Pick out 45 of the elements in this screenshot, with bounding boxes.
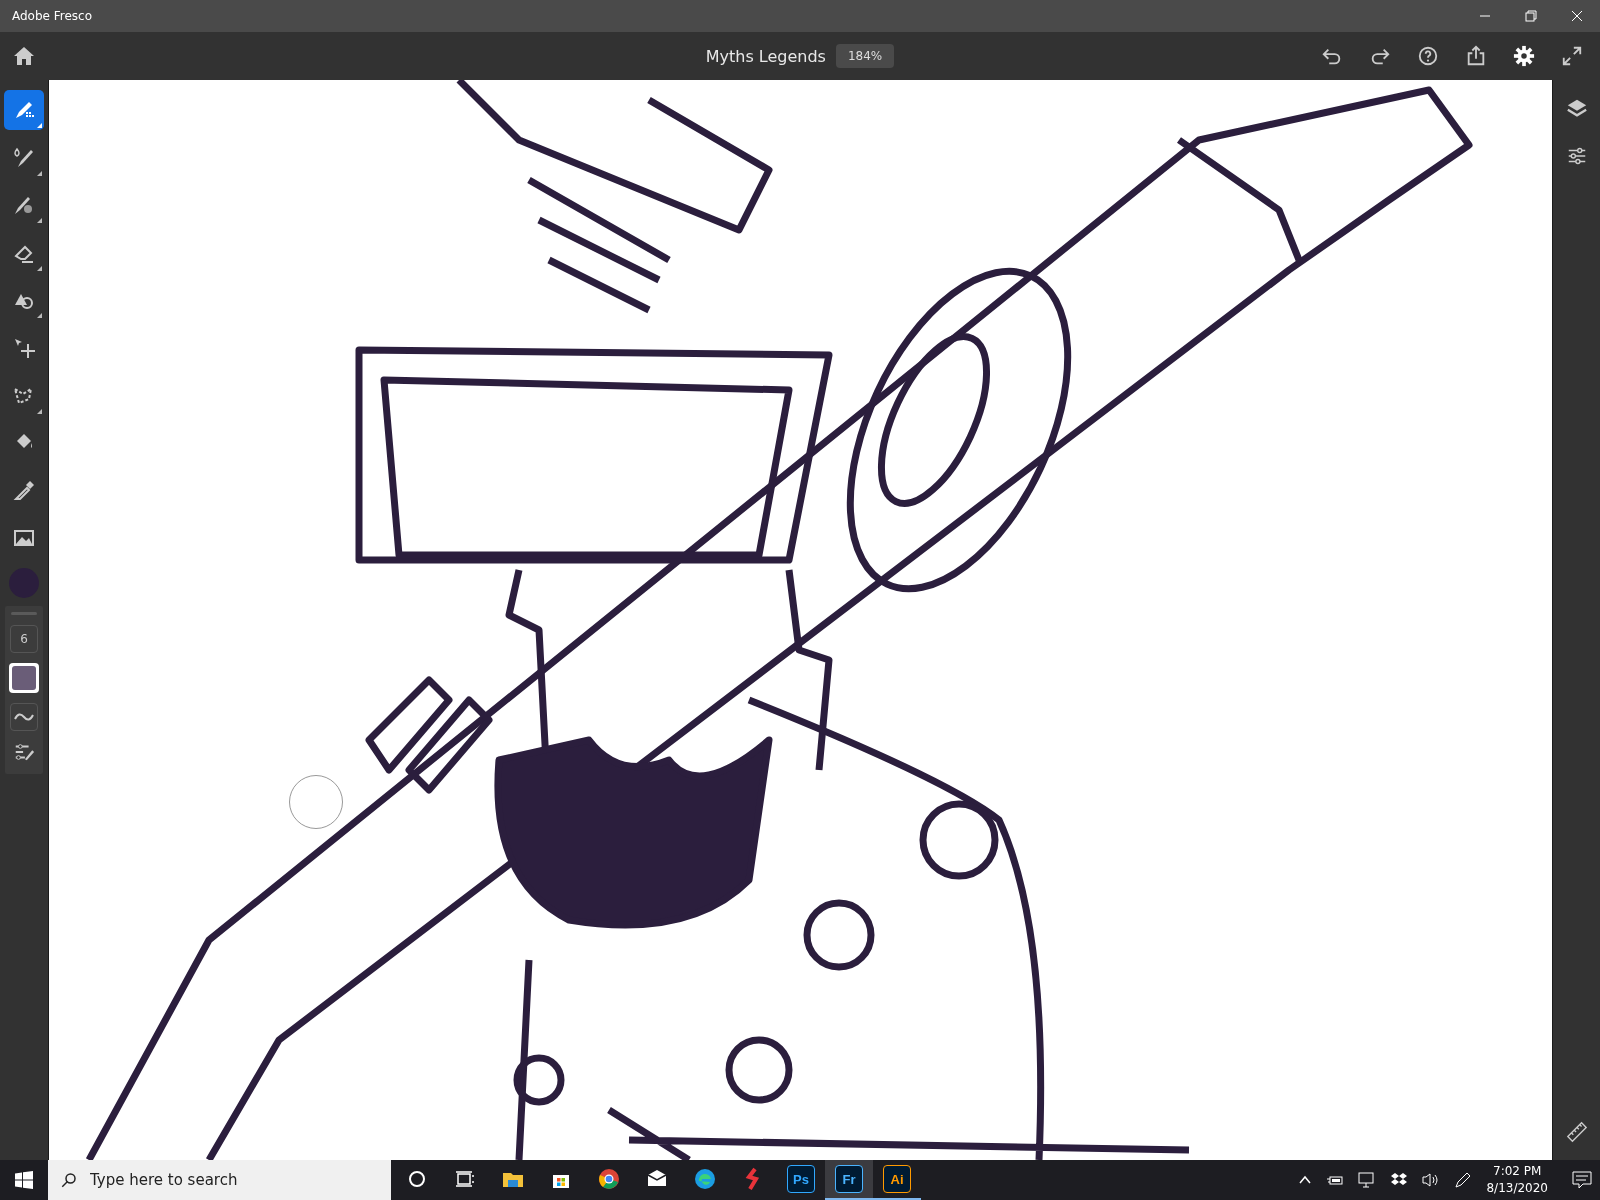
settings-icon bbox=[1513, 45, 1535, 67]
start-icon bbox=[15, 1171, 33, 1189]
pixel-brush-tool[interactable] bbox=[4, 90, 44, 130]
notifications-button[interactable] bbox=[1572, 1171, 1592, 1189]
taskbar-app-button[interactable]: Ps bbox=[777, 1160, 825, 1200]
pen-icon bbox=[1454, 1171, 1473, 1189]
chrome-icon bbox=[597, 1167, 621, 1191]
battery-icon bbox=[1326, 1173, 1345, 1187]
edge-icon bbox=[693, 1167, 717, 1191]
smoothing-icon bbox=[14, 710, 34, 723]
home-icon bbox=[12, 44, 36, 68]
share-icon bbox=[1465, 45, 1487, 67]
taskbar-app-button[interactable]: Ai bbox=[873, 1160, 921, 1200]
eyedropper-icon bbox=[12, 478, 36, 503]
document-title: Myths Legends bbox=[705, 46, 826, 66]
notifications-icon bbox=[1572, 1171, 1592, 1189]
live-brush-icon bbox=[12, 145, 36, 170]
clock-date: 8/13/2020 bbox=[1486, 1180, 1548, 1197]
layers-icon bbox=[1565, 97, 1588, 119]
zoom-level[interactable]: 184% bbox=[835, 44, 895, 68]
fullscreen-icon bbox=[1561, 45, 1583, 67]
network-icon bbox=[1358, 1172, 1377, 1188]
app-logo-icon: Ai bbox=[883, 1165, 911, 1193]
help-icon bbox=[1417, 45, 1439, 67]
app-logo-icon: Fr bbox=[835, 1165, 863, 1193]
app-logo-icon: Ps bbox=[787, 1165, 815, 1193]
dropbox-button[interactable] bbox=[1390, 1172, 1409, 1188]
ruler-icon bbox=[1565, 1121, 1588, 1143]
restore-icon bbox=[1525, 10, 1537, 22]
pen-button[interactable] bbox=[1454, 1171, 1473, 1189]
brush-size[interactable]: 6 bbox=[10, 624, 38, 653]
dropbox-icon bbox=[1390, 1172, 1409, 1188]
smoothing-button[interactable] bbox=[10, 702, 38, 731]
volume-icon bbox=[1422, 1172, 1441, 1188]
volume-button[interactable] bbox=[1422, 1172, 1441, 1188]
taskbar-app-button[interactable]: Fr bbox=[825, 1160, 873, 1200]
network-button[interactable] bbox=[1358, 1172, 1377, 1188]
opacity-swatch[interactable] bbox=[9, 662, 39, 693]
taskbar-search-field[interactable]: Type here to search bbox=[88, 1170, 372, 1190]
clock-time: 7:02 PM bbox=[1493, 1163, 1542, 1180]
close-icon bbox=[1571, 10, 1583, 22]
taskbar-search-box[interactable]: Type here to search bbox=[48, 1160, 391, 1200]
window-title: Adobe Fresco bbox=[11, 9, 94, 23]
battery-button[interactable] bbox=[1326, 1173, 1345, 1187]
search-icon bbox=[60, 1171, 78, 1189]
